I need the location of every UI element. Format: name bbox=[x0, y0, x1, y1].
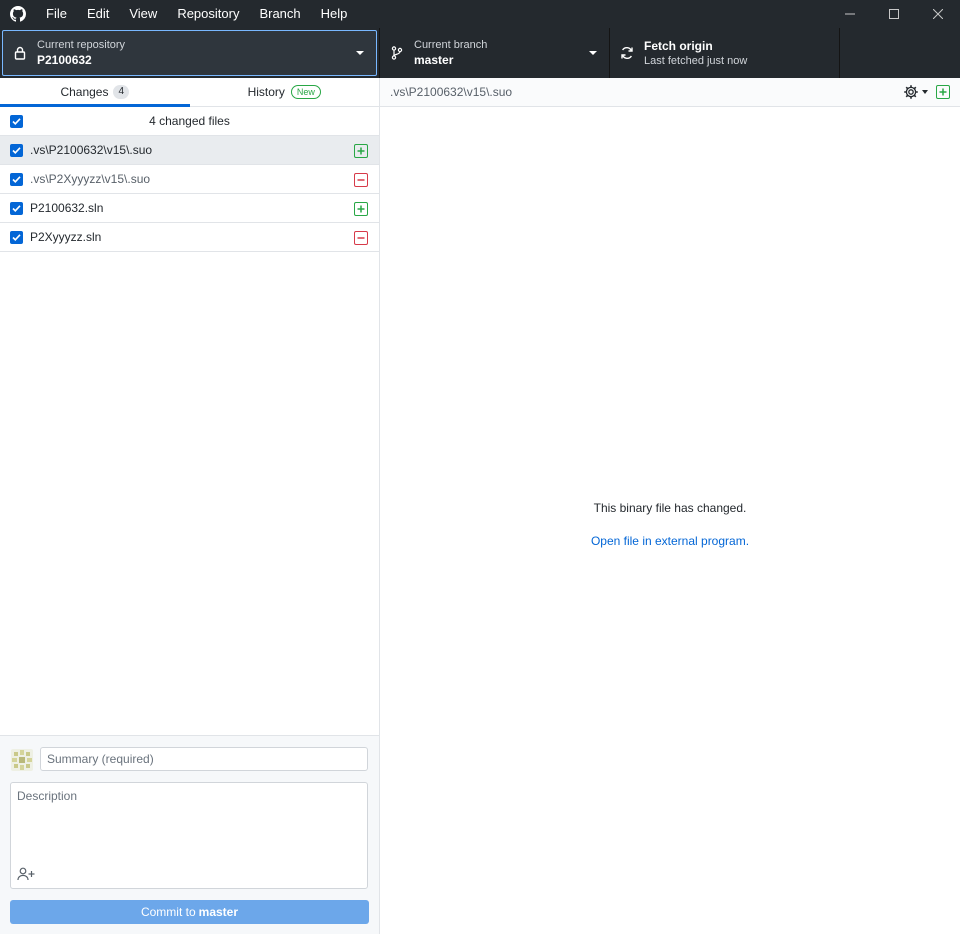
menu-repository[interactable]: Repository bbox=[167, 0, 249, 28]
branch-name: master bbox=[414, 53, 454, 67]
checkmark-icon bbox=[12, 175, 21, 183]
branch-text: Current branch master bbox=[414, 38, 487, 68]
commit-button-branch: master bbox=[198, 905, 239, 919]
open-external-link[interactable]: Open file in external program. bbox=[380, 534, 960, 548]
repository-label: Current repository bbox=[37, 39, 126, 51]
branch-label: Current branch bbox=[414, 39, 488, 51]
current-repository-button[interactable]: Current repository P2100632 bbox=[2, 30, 377, 76]
menu-branch[interactable]: Branch bbox=[249, 0, 310, 28]
changes-count-badge: 4 bbox=[113, 85, 130, 99]
window-controls bbox=[828, 0, 960, 28]
file-name: .vs\P2100632\v15\.suo bbox=[30, 143, 153, 157]
tab-history[interactable]: History New bbox=[190, 78, 380, 106]
file-deleted-icon bbox=[354, 173, 368, 187]
toolbar: Current repository P2100632 Current bran… bbox=[0, 28, 960, 78]
file-row[interactable]: P2100632.sln bbox=[0, 194, 379, 223]
commit-button-prefix: Commit to bbox=[140, 905, 196, 919]
diff-file-path: .vs\P2100632\v15\.suo bbox=[390, 85, 513, 99]
changes-header: 4 changed files bbox=[0, 107, 379, 136]
file-name: .vs\P2Xyyyzz\v15\.suo bbox=[30, 172, 151, 186]
fetch-origin-button[interactable]: Fetch origin Last fetched just now bbox=[610, 28, 840, 78]
sync-icon bbox=[610, 46, 644, 60]
chevron-down-icon bbox=[922, 90, 928, 94]
title-bar: File Edit View Repository Branch Help bbox=[0, 0, 960, 28]
github-logo-icon bbox=[0, 0, 36, 28]
menu-help[interactable]: Help bbox=[311, 0, 358, 28]
menu-file[interactable]: File bbox=[36, 0, 77, 28]
description-input[interactable] bbox=[17, 789, 357, 859]
minimize-icon bbox=[845, 13, 855, 15]
checkmark-icon bbox=[12, 117, 21, 125]
menu-view[interactable]: View bbox=[119, 0, 167, 28]
close-icon bbox=[933, 9, 943, 19]
sidebar-tabs: Changes 4 History New bbox=[0, 78, 379, 107]
git-branch-icon bbox=[380, 46, 414, 60]
checkmark-icon bbox=[12, 233, 21, 241]
diff-view: .vs\P2100632\v15\.suo This binary file h… bbox=[380, 78, 960, 934]
menu-edit[interactable]: Edit bbox=[77, 0, 119, 28]
fetch-text: Fetch origin Last fetched just now bbox=[644, 38, 747, 68]
tab-changes-label: Changes bbox=[60, 85, 109, 99]
sidebar: Changes 4 History New 4 changed files .v… bbox=[0, 78, 380, 934]
file-checkbox[interactable] bbox=[10, 172, 23, 186]
avatar bbox=[11, 749, 33, 771]
lock-icon bbox=[3, 46, 37, 60]
file-row[interactable]: .vs\P2Xyyyzz\v15\.suo bbox=[0, 165, 379, 194]
diff-header: .vs\P2100632\v15\.suo bbox=[380, 78, 960, 107]
file-row[interactable]: P2Xyyyzz.sln bbox=[0, 223, 379, 252]
fetch-subtitle: Last fetched just now bbox=[644, 55, 748, 67]
minimize-button[interactable] bbox=[828, 0, 872, 28]
checkmark-icon bbox=[12, 146, 21, 154]
menu-bar: File Edit View Repository Branch Help bbox=[36, 0, 357, 28]
changed-files-count: 4 changed files bbox=[149, 114, 230, 128]
checkmark-icon bbox=[12, 204, 21, 212]
file-added-icon bbox=[936, 85, 950, 99]
file-checkbox[interactable] bbox=[10, 143, 23, 157]
current-repository-section: Current repository P2100632 bbox=[0, 28, 380, 78]
binary-file-message: This binary file has changed. bbox=[593, 501, 747, 515]
chevron-down-icon bbox=[356, 51, 364, 55]
new-badge: New bbox=[290, 85, 321, 99]
repository-name: P2100632 bbox=[37, 53, 92, 67]
chevron-down-icon bbox=[589, 51, 597, 55]
file-checkbox[interactable] bbox=[10, 201, 23, 215]
current-branch-button[interactable]: Current branch master bbox=[380, 28, 610, 78]
diff-tools bbox=[903, 84, 950, 100]
add-coauthor-button[interactable] bbox=[16, 865, 36, 883]
tab-history-label: History bbox=[247, 85, 285, 99]
person-add-icon bbox=[17, 867, 35, 881]
diff-settings-button[interactable] bbox=[903, 84, 928, 100]
maximize-icon bbox=[889, 9, 899, 19]
summary-input[interactable] bbox=[40, 747, 368, 771]
commit-button[interactable]: Commit to master bbox=[10, 900, 369, 924]
repository-text: Current repository P2100632 bbox=[37, 38, 125, 68]
close-button[interactable] bbox=[916, 0, 960, 28]
file-added-icon bbox=[354, 202, 368, 216]
description-box bbox=[10, 782, 368, 889]
select-all-checkbox[interactable] bbox=[10, 114, 23, 128]
file-added-icon bbox=[354, 144, 368, 158]
fetch-title: Fetch origin bbox=[644, 39, 713, 53]
file-checkbox[interactable] bbox=[10, 230, 23, 244]
maximize-button[interactable] bbox=[872, 0, 916, 28]
file-row[interactable]: .vs\P2100632\v15\.suo bbox=[0, 136, 379, 165]
file-name: P2Xyyyzz.sln bbox=[30, 230, 102, 244]
file-deleted-icon bbox=[354, 231, 368, 245]
file-name: P2100632.sln bbox=[30, 201, 104, 215]
tab-changes[interactable]: Changes 4 bbox=[0, 78, 190, 107]
gear-icon bbox=[904, 85, 918, 99]
commit-area: Commit to master bbox=[0, 735, 379, 934]
